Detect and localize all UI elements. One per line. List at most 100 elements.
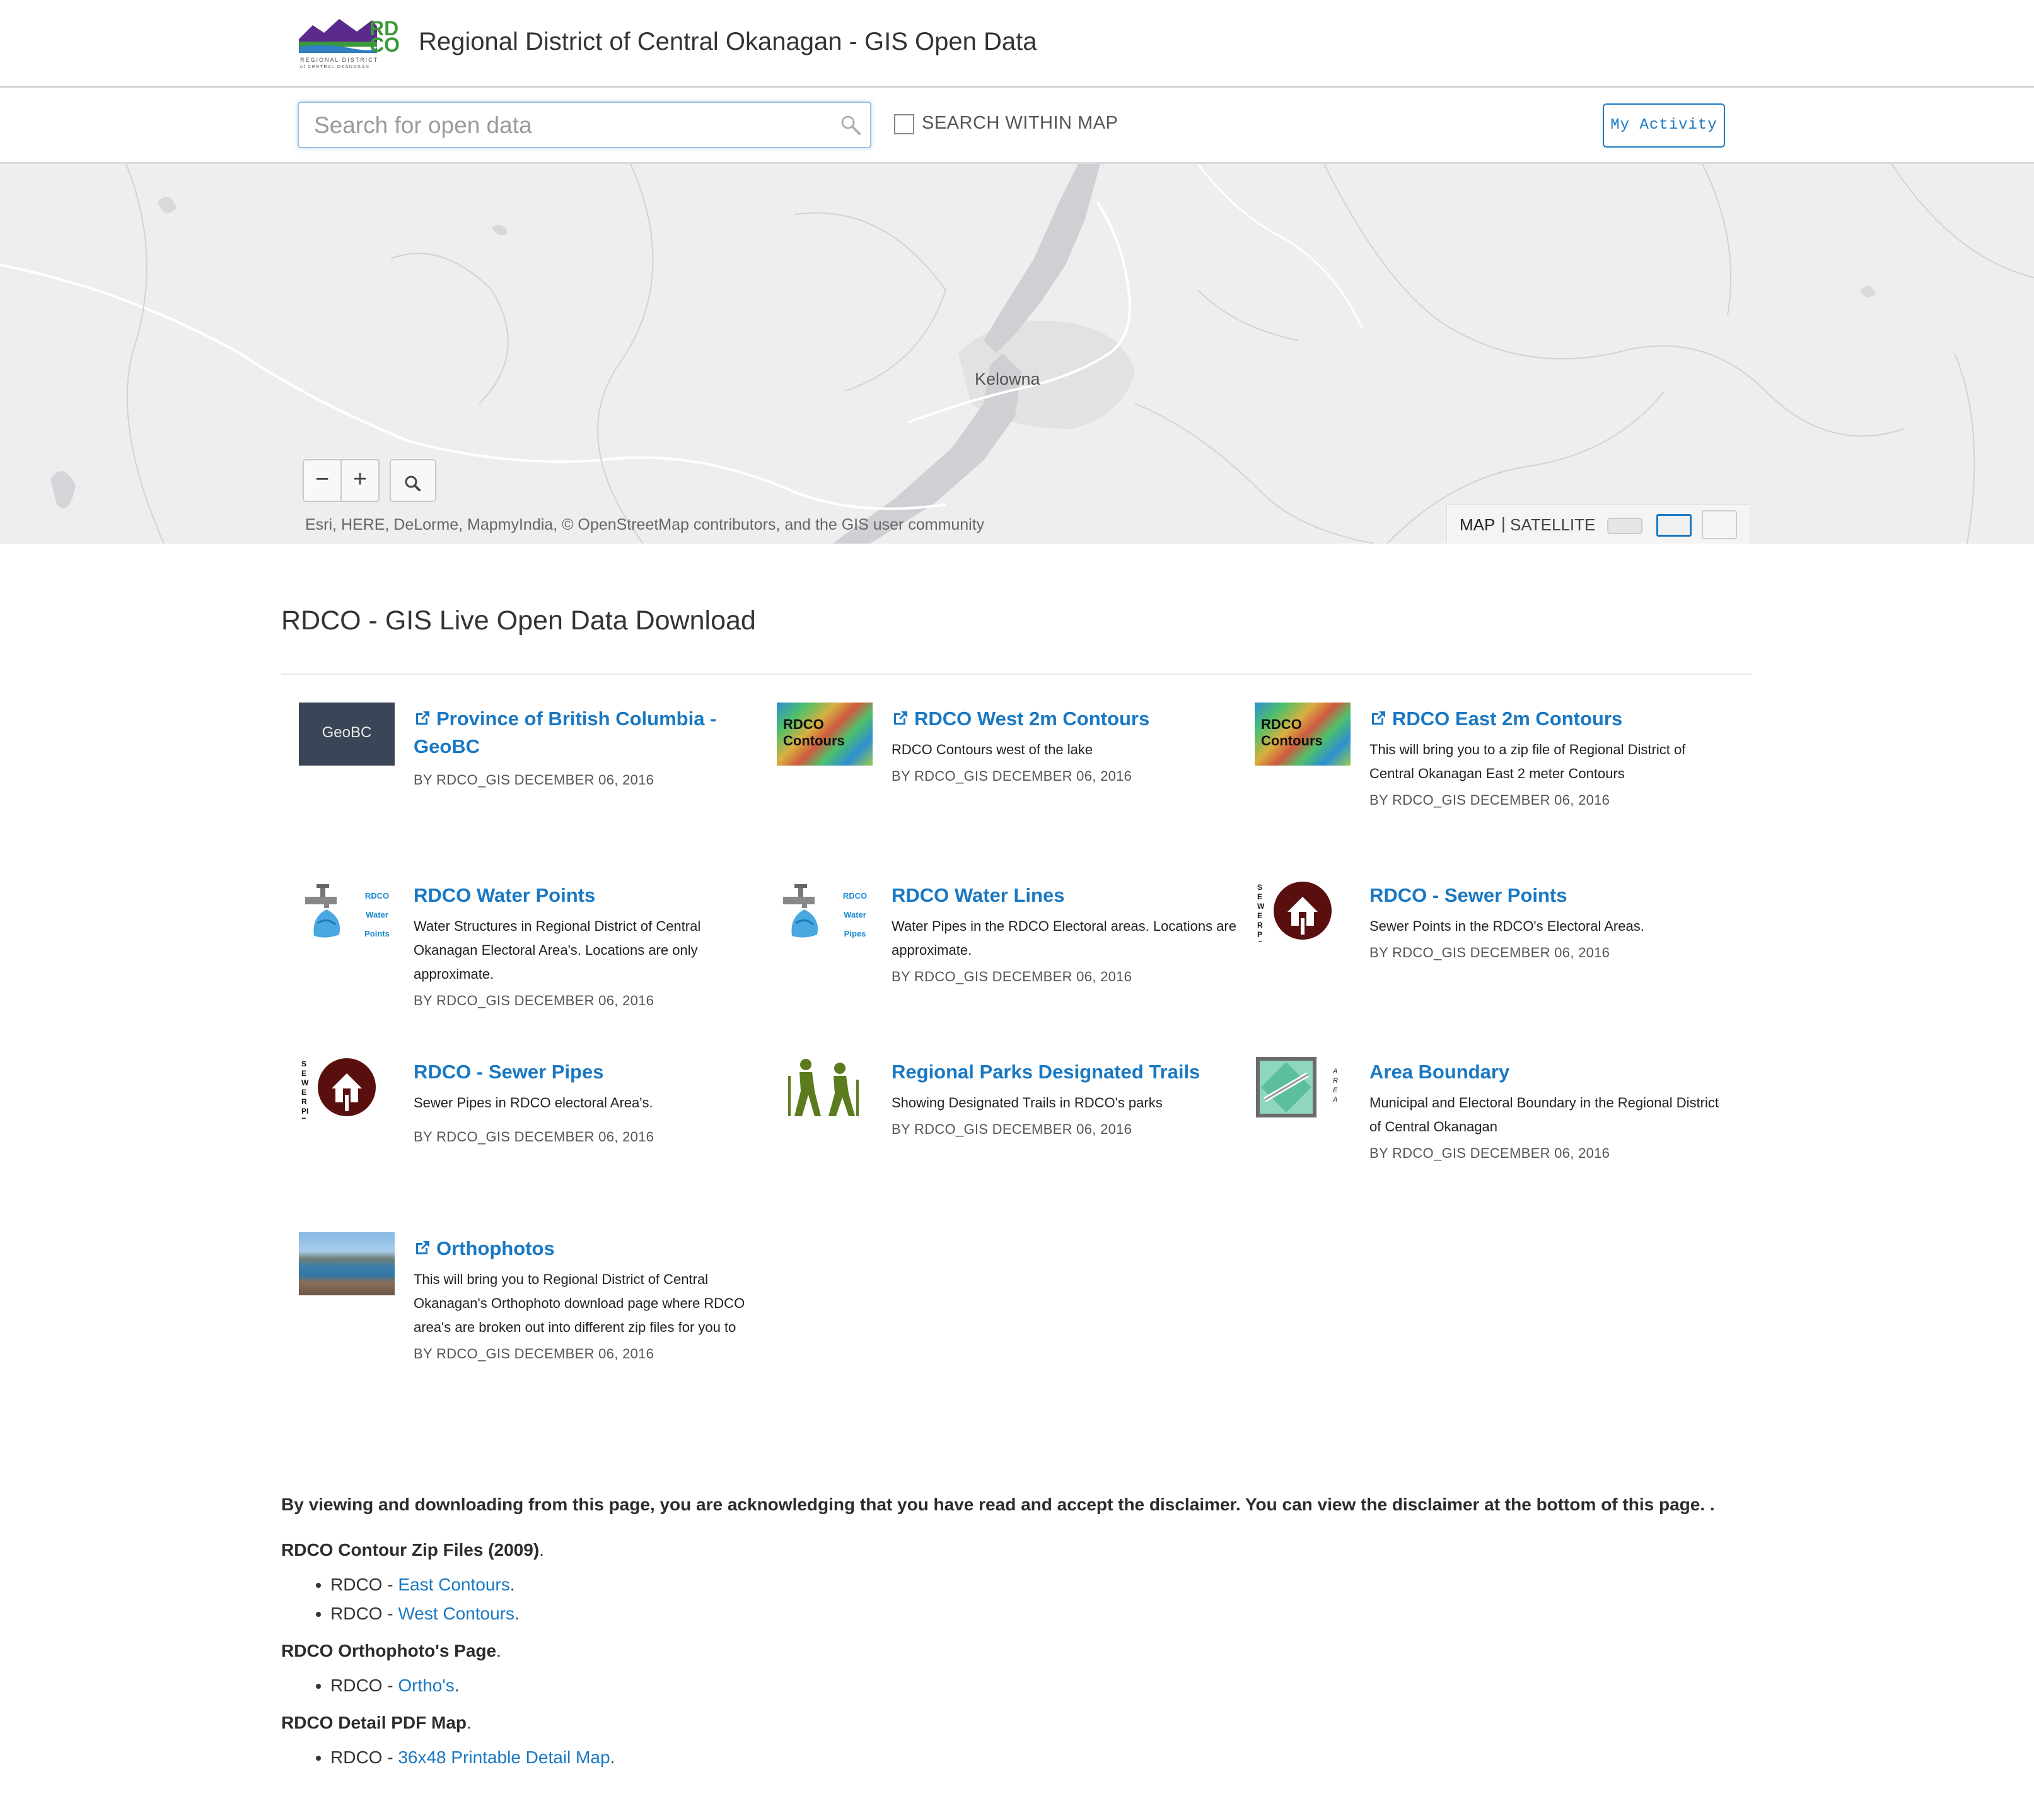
- dataset-title-text: Province of British Columbia - GeoBC: [414, 708, 717, 757]
- dataset-title-link[interactable]: Orthophotos: [414, 1235, 767, 1263]
- dataset-description: RDCO Contours west of the lake: [892, 742, 1093, 757]
- dataset-thumbnail[interactable]: SEWER PIPES: [299, 1056, 395, 1119]
- dataset-meta: BY RDCO_GIS DECEMBER 06, 2016: [892, 1121, 1132, 1137]
- disclaimer-text: By viewing and downloading from this pag…: [281, 1495, 1715, 1514]
- hikers-icon: [788, 1059, 859, 1116]
- basemap-swatch-light[interactable]: [1607, 518, 1642, 534]
- search-toolbar: SEARCH WITHIN MAP My Activity: [0, 88, 2034, 164]
- magnifier-icon: [405, 475, 421, 491]
- dataset-title-text: RDCO East 2m Contours: [1392, 708, 1623, 730]
- detail-map-link[interactable]: 36x48 Printable Detail Map: [398, 1747, 610, 1767]
- dataset-meta: BY RDCO_GIS DECEMBER 06, 2016: [892, 969, 1132, 984]
- dataset-meta: BY RDCO_GIS DECEMBER 06, 2016: [1369, 1145, 1610, 1161]
- dataset-meta: BY RDCO_GIS DECEMBER 06, 2016: [1369, 792, 1610, 808]
- contours-thumb-text: RDCO Contours: [783, 716, 845, 749]
- external-link-icon: [894, 711, 907, 725]
- notes-list-item: RDCO - Ortho's.: [330, 1671, 1752, 1700]
- notes-list: RDCO - 36x48 Printable Detail Map.: [281, 1743, 1752, 1772]
- zoom-out-button[interactable]: −: [304, 460, 342, 501]
- dataset-description: This will bring you to Regional District…: [414, 1271, 745, 1335]
- site-header: RD CO REGIONAL DISTRICT of CENTRAL OKANA…: [0, 0, 2034, 88]
- zoom-in-button[interactable]: +: [342, 460, 378, 501]
- dataset-description: Sewer Pipes in RDCO electoral Area's.: [414, 1095, 653, 1111]
- dataset-title-link[interactable]: RDCO West 2m Contours: [892, 705, 1245, 733]
- map-attribution: Esri, HERE, DeLorme, MapmyIndia, © OpenS…: [305, 516, 985, 534]
- dataset-thumbnail[interactable]: RDCO Contours: [777, 703, 873, 766]
- notes-list-item: RDCO - East Contours.: [330, 1570, 1752, 1599]
- site-title: Regional District of Central Okanagan - …: [419, 28, 1037, 55]
- notes-list-item: RDCO - West Contours.: [330, 1599, 1752, 1628]
- dataset-title-link[interactable]: RDCO East 2m Contours: [1369, 705, 1723, 733]
- dataset-title-link[interactable]: Regional Parks Designated Trails: [892, 1058, 1245, 1086]
- notes-section: By viewing and downloading from this pag…: [281, 1495, 1752, 1772]
- dataset-description: Showing Designated Trails in RDCO's park…: [892, 1095, 1163, 1111]
- rdco-logo[interactable]: RD CO REGIONAL DISTRICT of CENTRAL OKANA…: [299, 14, 435, 71]
- dataset-meta: BY RDCO_GIS DECEMBER 06, 2016: [414, 1346, 654, 1362]
- geobc-thumb-text: GeoBC: [322, 724, 372, 741]
- notes-heading: RDCO Contour Zip Files (2009).: [281, 1540, 544, 1560]
- water-thumb-text: RDCO Water Pipes: [842, 891, 868, 938]
- search-within-map-label[interactable]: SEARCH WITHIN MAP: [922, 113, 1118, 134]
- dataset-description: Water Pipes in the RDCO Electoral areas.…: [892, 918, 1236, 958]
- dataset-thumbnail[interactable]: [777, 1056, 873, 1119]
- external-link-icon: [416, 1241, 429, 1254]
- basemap-swatch-large[interactable]: [1702, 510, 1737, 539]
- dataset-description: Water Structures in Regional District of…: [414, 918, 701, 982]
- dataset-thumbnail[interactable]: GeoBC: [299, 703, 395, 766]
- notes-heading: RDCO Orthophoto's Page.: [281, 1641, 501, 1660]
- dataset-title-link[interactable]: RDCO Water Points: [414, 882, 767, 909]
- map-city-label: Kelowna: [975, 370, 1040, 388]
- notes-list: RDCO - Ortho's.: [281, 1671, 1752, 1700]
- dataset-title-link[interactable]: RDCO - Sewer Points: [1369, 882, 1723, 909]
- dataset-title-text: RDCO West 2m Contours: [914, 708, 1150, 730]
- dataset-meta: BY RDCO_GIS DECEMBER 06, 2016: [414, 1129, 654, 1145]
- orthos-link[interactable]: Ortho's: [398, 1676, 454, 1695]
- area-thumb-text: AREA: [1333, 1068, 1338, 1104]
- dataset-title-link[interactable]: RDCO - Sewer Pipes: [414, 1058, 767, 1086]
- external-link-icon: [416, 711, 429, 725]
- basemap-separator: |: [1501, 514, 1506, 533]
- basemap-map-option[interactable]: MAP: [1460, 515, 1495, 535]
- dataset-thumbnail[interactable]: RDCO Water Points: [299, 879, 395, 942]
- map-search-button[interactable]: [390, 459, 436, 502]
- external-link-icon: [1372, 711, 1385, 725]
- basemap-swatch-selected[interactable]: [1656, 514, 1692, 537]
- sewer-thumb-text: SEWER POINTS: [1257, 883, 1265, 942]
- basemap-switcher: MAP | SATELLITE: [1446, 505, 1750, 544]
- my-activity-button[interactable]: My Activity: [1603, 103, 1725, 148]
- dataset-title-text: Orthophotos: [436, 1237, 555, 1259]
- dataset-thumbnail[interactable]: SEWER POINTS: [1255, 879, 1351, 942]
- sewer-house-icon: [318, 1058, 376, 1116]
- dataset-thumbnail[interactable]: RDCO Contours: [1255, 703, 1351, 766]
- notes-list: RDCO - East Contours. RDCO - West Contou…: [281, 1570, 1752, 1628]
- dataset-thumbnail[interactable]: [299, 1232, 395, 1295]
- dataset-title-link[interactable]: RDCO Water Lines: [892, 882, 1245, 909]
- water-thumb-text: RDCO Water Points: [364, 891, 390, 938]
- contours-thumb-text: RDCO Contours: [1261, 716, 1323, 749]
- zoom-controls: − +: [303, 459, 380, 502]
- section-divider: [281, 674, 1752, 675]
- dataset-title-link[interactable]: Province of British Columbia - GeoBC: [414, 705, 767, 761]
- west-contours-link[interactable]: West Contours: [398, 1604, 514, 1623]
- dataset-meta: BY RDCO_GIS DECEMBER 06, 2016: [414, 772, 654, 788]
- search-input[interactable]: [313, 103, 820, 148]
- search-box: [298, 102, 871, 148]
- dataset-meta: BY RDCO_GIS DECEMBER 06, 2016: [1369, 945, 1610, 960]
- search-within-map-checkbox[interactable]: [894, 114, 914, 134]
- svg-text:CO: CO: [369, 33, 400, 56]
- dataset-title-link[interactable]: Area Boundary: [1369, 1058, 1723, 1086]
- sewer-thumb-text: SEWER PIPES: [301, 1059, 309, 1119]
- notes-list-item: RDCO - 36x48 Printable Detail Map.: [330, 1743, 1752, 1772]
- dataset-meta: BY RDCO_GIS DECEMBER 06, 2016: [892, 768, 1132, 784]
- east-contours-link[interactable]: East Contours: [398, 1575, 509, 1594]
- basemap-satellite-option[interactable]: SATELLITE: [1510, 515, 1595, 535]
- dataset-description: Municipal and Electoral Boundary in the …: [1369, 1095, 1719, 1135]
- svg-text:of CENTRAL OKANAGAN: of CENTRAL OKANAGAN: [300, 65, 369, 69]
- svg-text:REGIONAL DISTRICT: REGIONAL DISTRICT: [300, 57, 378, 63]
- dataset-thumbnail[interactable]: RDCO Water Pipes: [777, 879, 873, 942]
- dataset-description: This will bring you to a zip file of Reg…: [1369, 742, 1686, 781]
- search-icon[interactable]: [840, 114, 861, 136]
- dataset-thumbnail[interactable]: AREA: [1255, 1056, 1351, 1119]
- map-view[interactable]: Kelowna − + Esri, HERE, DeLorme, MapmyIn…: [0, 164, 2034, 544]
- section-title: RDCO - GIS Live Open Data Download: [281, 605, 756, 636]
